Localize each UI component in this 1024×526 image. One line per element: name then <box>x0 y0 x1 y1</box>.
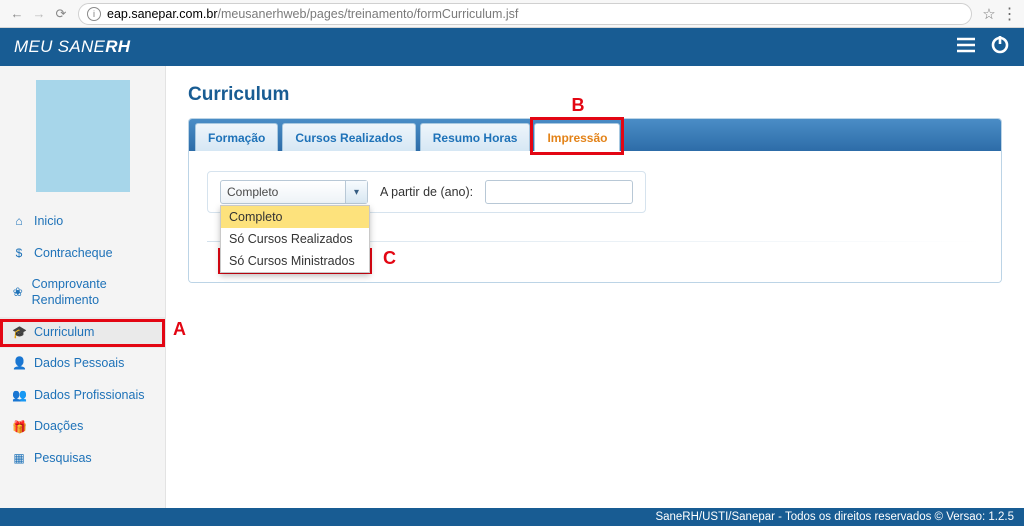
combobox-dropdown: Completo Só Cursos Realizados Só Cursos … <box>220 205 370 273</box>
logo-prefix: MEU SANE <box>14 37 105 56</box>
sidebar-item-inicio[interactable]: ⌂ Inicio <box>0 206 165 238</box>
paw-icon: ❀ <box>12 285 24 300</box>
tab-label: Formação <box>208 131 265 145</box>
sidebar-item-label: Curriculum <box>34 325 94 341</box>
sidebar-item-dados-pessoais[interactable]: 👤 Dados Pessoais <box>0 348 165 380</box>
users-icon: 👥 <box>12 388 26 403</box>
sidebar: ⌂ Inicio $ Contracheque ❀ Comprovante Re… <box>0 66 166 508</box>
user-icon: 👤 <box>12 356 26 371</box>
sidebar-item-curriculum[interactable]: 🎓 Curriculum <box>0 317 165 349</box>
site-info-icon[interactable]: i <box>87 7 101 21</box>
graduation-icon: 🎓 <box>12 325 26 340</box>
tab-content-impressao: Completo ▾ Completo Só Cursos Realizados… <box>189 151 1001 282</box>
combobox-option-so-cursos-ministrados[interactable]: Só Cursos Ministrados <box>221 250 369 272</box>
sidebar-item-label: Comprovante Rendimento <box>32 277 153 308</box>
tab-formacao[interactable]: Formação <box>195 123 278 151</box>
sidebar-item-label: Doações <box>34 419 83 435</box>
sidebar-item-pesquisas[interactable]: ▦ Pesquisas <box>0 443 165 475</box>
tab-bar: Formação Cursos Realizados Resumo Horas … <box>189 119 1001 151</box>
sidebar-item-label: Dados Profissionais <box>34 388 144 404</box>
sidebar-item-label: Dados Pessoais <box>34 356 124 372</box>
home-icon: ⌂ <box>12 214 26 229</box>
content-area: Curriculum Formação Cursos Realizados Re… <box>166 66 1024 508</box>
sidebar-item-dados-profissionais[interactable]: 👥 Dados Profissionais <box>0 380 165 412</box>
sidebar-item-doacoes[interactable]: 🎁 Doações <box>0 411 165 443</box>
url-host: eap.sanepar.com.br <box>107 7 218 21</box>
sidebar-item-label: Pesquisas <box>34 451 92 467</box>
app-header: MEU SANERH <box>0 28 1024 66</box>
browser-forward-button: → <box>28 3 50 25</box>
browser-back-button[interactable]: ← <box>6 3 28 25</box>
avatar <box>36 80 130 192</box>
calendar-icon: ▦ <box>12 451 26 466</box>
footer: SaneRH/USTI/Sanepar - Todos os direitos … <box>0 508 1024 526</box>
footer-text: SaneRH/USTI/Sanepar - Todos os direitos … <box>655 511 1014 523</box>
callout-a: A <box>173 319 186 340</box>
tab-label: Cursos Realizados <box>295 131 402 145</box>
dollar-icon: $ <box>12 246 26 261</box>
app-logo: MEU SANERH <box>14 37 130 57</box>
combobox-option-so-cursos-realizados[interactable]: Só Cursos Realizados <box>221 228 369 250</box>
tab-label: Resumo Horas <box>433 131 518 145</box>
hamburger-menu-icon[interactable] <box>956 36 976 59</box>
chevron-down-icon[interactable]: ▾ <box>345 181 367 203</box>
sidebar-item-comprovante-rendimento[interactable]: ❀ Comprovante Rendimento <box>0 269 165 316</box>
logout-power-icon[interactable] <box>990 34 1010 60</box>
sidebar-item-label: Contracheque <box>34 246 113 262</box>
gift-icon: 🎁 <box>12 420 26 435</box>
year-label: A partir de (ano): <box>380 185 473 199</box>
combobox-option-completo[interactable]: Completo <box>221 206 369 228</box>
logo-suffix: RH <box>105 37 130 56</box>
tab-impressao[interactable]: Impressão <box>534 123 620 151</box>
tab-cursos-realizados[interactable]: Cursos Realizados <box>282 123 415 151</box>
print-filter-row: Completo ▾ Completo Só Cursos Realizados… <box>207 171 646 213</box>
browser-toolbar: ← → ⟳ i eap.sanepar.com.br/meusanerhweb/… <box>0 0 1024 28</box>
year-input[interactable] <box>485 180 633 204</box>
sidebar-item-contracheque[interactable]: $ Contracheque <box>0 238 165 270</box>
page-title: Curriculum <box>188 84 1002 106</box>
sidebar-item-label: Inicio <box>34 214 63 230</box>
browser-url-input[interactable]: i eap.sanepar.com.br/meusanerhweb/pages/… <box>78 3 972 25</box>
scope-combobox[interactable]: Completo ▾ Completo Só Cursos Realizados… <box>220 180 368 204</box>
tab-resumo-horas[interactable]: Resumo Horas <box>420 123 531 151</box>
tab-label: Impressão <box>547 131 607 145</box>
url-path: /meusanerhweb/pages/treinamento/formCurr… <box>218 7 519 21</box>
tab-panel: Formação Cursos Realizados Resumo Horas … <box>188 118 1002 283</box>
browser-menu-icon[interactable]: ⋮ <box>1000 4 1018 24</box>
combobox-value: Completo <box>227 185 278 199</box>
browser-reload-button[interactable]: ⟳ <box>50 3 72 25</box>
bookmark-star-icon[interactable]: ☆ <box>978 5 1000 23</box>
